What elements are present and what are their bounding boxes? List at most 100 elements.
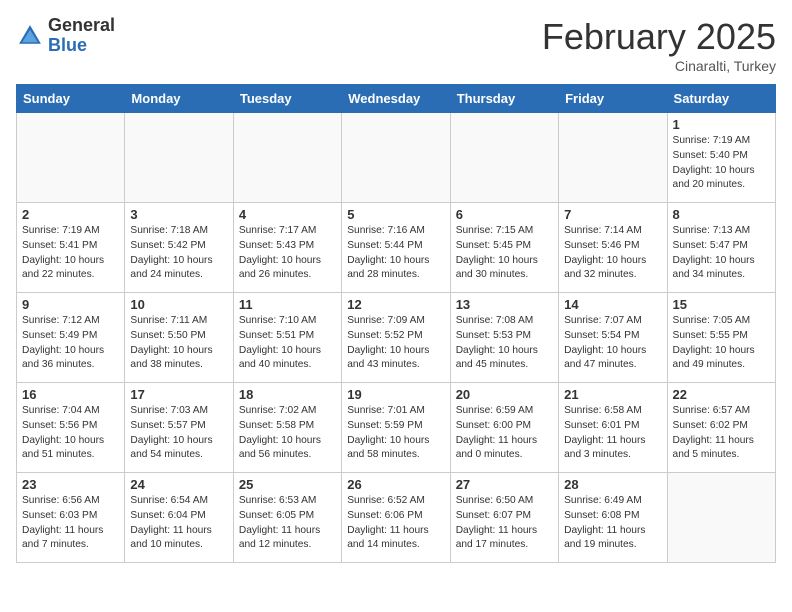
day-number: 13 [456,297,553,312]
logo-icon [16,22,44,50]
day-info: Sunrise: 7:01 AM Sunset: 5:59 PM Dayligh… [347,404,444,463]
day-number: 20 [456,387,553,402]
calendar-cell: 17Sunrise: 7:03 AM Sunset: 5:57 PM Dayli… [125,383,233,473]
day-info: Sunrise: 7:05 AM Sunset: 5:55 PM Dayligh… [673,314,770,373]
calendar-week-row: 9Sunrise: 7:12 AM Sunset: 5:49 PM Daylig… [17,293,776,383]
day-header-friday: Friday [559,85,667,113]
day-info: Sunrise: 7:02 AM Sunset: 5:58 PM Dayligh… [239,404,336,463]
calendar-cell: 23 Sunrise: 6:56 AM Sunset: 6:03 PM Dayli… [17,473,125,563]
calendar-cell: 22 Sunrise: 6:57 AM Sunset: 6:02 PM Dayli… [667,383,775,473]
day-number: 22 [673,387,770,402]
calendar-cell: 4 Sunrise: 7:17 AM Sunset: 5:43 PM Daylig… [233,203,341,293]
day-number: 26 [347,477,444,492]
calendar-cell [125,113,233,203]
day-number: 16 [22,387,119,402]
calendar-cell: 11 Sunrise: 7:10 AM Sunset: 5:51 PM Dayli… [233,293,341,383]
day-number: 25 [239,477,336,492]
title-block: February 2025 Cinaralti, Turkey [542,16,776,74]
day-info: Sunrise: 7:12 AM Sunset: 5:49 PM Dayligh… [22,314,119,373]
calendar-cell: 28Sunrise: 6:49 AM Sunset: 6:08 PM Dayli… [559,473,667,563]
day-header-tuesday: Tuesday [233,85,341,113]
calendar-cell: 16 Sunrise: 7:04 AM Sunset: 5:56 PM Dayli… [17,383,125,473]
calendar-cell: 25 Sunrise: 6:53 AM Sunset: 6:05 PM Dayli… [233,473,341,563]
day-info: Sunrise: 6:57 AM Sunset: 6:02 PM Dayligh… [673,404,770,463]
calendar-cell [342,113,450,203]
day-info: Sunrise: 7:17 AM Sunset: 5:43 PM Dayligh… [239,224,336,283]
calendar-cell: 7 Sunrise: 7:14 AM Sunset: 5:46 PM Daylig… [559,203,667,293]
calendar-cell: 6 Sunrise: 7:15 AM Sunset: 5:45 PM Daylig… [450,203,558,293]
calendar-table: SundayMondayTuesdayWednesdayThursdayFrid… [16,84,776,563]
day-header-saturday: Saturday [667,85,775,113]
day-header-wednesday: Wednesday [342,85,450,113]
calendar-cell: 12 Sunrise: 7:09 AM Sunset: 5:52 PM Dayli… [342,293,450,383]
calendar-cell: 18 Sunrise: 7:02 AM Sunset: 5:58 PM Dayli… [233,383,341,473]
day-info: Sunrise: 7:14 AM Sunset: 5:46 PM Dayligh… [564,224,661,283]
day-info: Sunrise: 7:07 AM Sunset: 5:54 PM Dayligh… [564,314,661,373]
day-header-sunday: Sunday [17,85,125,113]
day-number: 18 [239,387,336,402]
calendar-cell: 13 Sunrise: 7:08 AM Sunset: 5:53 PM Dayli… [450,293,558,383]
calendar-cell: 2Sunrise: 7:19 AM Sunset: 5:41 PM Daylig… [17,203,125,293]
location-text: Cinaralti, Turkey [542,58,776,74]
day-number: 3 [130,207,227,222]
calendar-cell: 14 Sunrise: 7:07 AM Sunset: 5:54 PM Dayli… [559,293,667,383]
day-number: 4 [239,207,336,222]
calendar-cell [559,113,667,203]
day-number: 24 [130,477,227,492]
day-info: Sunrise: 7:13 AM Sunset: 5:47 PM Dayligh… [673,224,770,283]
month-title: February 2025 [542,16,776,58]
calendar-header-row: SundayMondayTuesdayWednesdayThursdayFrid… [17,85,776,113]
calendar-cell: 21Sunrise: 6:58 AM Sunset: 6:01 PM Dayli… [559,383,667,473]
calendar-cell: 1 Sunrise: 7:19 AM Sunset: 5:40 PM Daylig… [667,113,775,203]
day-info: Sunrise: 7:09 AM Sunset: 5:52 PM Dayligh… [347,314,444,373]
day-info: Sunrise: 7:04 AM Sunset: 5:56 PM Dayligh… [22,404,119,463]
day-number: 8 [673,207,770,222]
day-number: 28 [564,477,661,492]
page-header: General Blue February 2025 Cinaralti, Tu… [16,16,776,74]
calendar-cell: 26Sunrise: 6:52 AM Sunset: 6:06 PM Dayli… [342,473,450,563]
day-info: Sunrise: 7:11 AM Sunset: 5:50 PM Dayligh… [130,314,227,373]
day-number: 7 [564,207,661,222]
calendar-cell: 8 Sunrise: 7:13 AM Sunset: 5:47 PM Daylig… [667,203,775,293]
calendar-cell [667,473,775,563]
day-number: 15 [673,297,770,312]
day-number: 27 [456,477,553,492]
day-info: Sunrise: 7:10 AM Sunset: 5:51 PM Dayligh… [239,314,336,373]
day-info: Sunrise: 6:58 AM Sunset: 6:01 PM Dayligh… [564,404,661,463]
calendar-cell [233,113,341,203]
calendar-week-row: 2Sunrise: 7:19 AM Sunset: 5:41 PM Daylig… [17,203,776,293]
day-number: 6 [456,207,553,222]
calendar-week-row: 1 Sunrise: 7:19 AM Sunset: 5:40 PM Daylig… [17,113,776,203]
logo-blue-text: Blue [48,36,115,56]
calendar-cell [17,113,125,203]
calendar-cell: 5Sunrise: 7:16 AM Sunset: 5:44 PM Daylig… [342,203,450,293]
calendar-cell: 3 Sunrise: 7:18 AM Sunset: 5:42 PM Daylig… [125,203,233,293]
day-number: 1 [673,117,770,132]
calendar-cell: 15 Sunrise: 7:05 AM Sunset: 5:55 PM Dayli… [667,293,775,383]
day-info: Sunrise: 7:19 AM Sunset: 5:41 PM Dayligh… [22,224,119,283]
day-info: Sunrise: 6:50 AM Sunset: 6:07 PM Dayligh… [456,494,553,553]
day-number: 23 [22,477,119,492]
day-number: 10 [130,297,227,312]
calendar-cell: 19 Sunrise: 7:01 AM Sunset: 5:59 PM Dayli… [342,383,450,473]
day-info: Sunrise: 6:56 AM Sunset: 6:03 PM Dayligh… [22,494,119,553]
day-info: Sunrise: 7:15 AM Sunset: 5:45 PM Dayligh… [456,224,553,283]
day-number: 12 [347,297,444,312]
day-info: Sunrise: 7:18 AM Sunset: 5:42 PM Dayligh… [130,224,227,283]
calendar-cell: 24Sunrise: 6:54 AM Sunset: 6:04 PM Dayli… [125,473,233,563]
calendar-cell: 10 Sunrise: 7:11 AM Sunset: 5:50 PM Dayli… [125,293,233,383]
calendar-cell: 9Sunrise: 7:12 AM Sunset: 5:49 PM Daylig… [17,293,125,383]
day-number: 19 [347,387,444,402]
day-info: Sunrise: 7:03 AM Sunset: 5:57 PM Dayligh… [130,404,227,463]
day-number: 11 [239,297,336,312]
day-number: 14 [564,297,661,312]
calendar-cell [450,113,558,203]
day-info: Sunrise: 6:59 AM Sunset: 6:00 PM Dayligh… [456,404,553,463]
logo-general-text: General [48,16,115,36]
calendar-cell: 20 Sunrise: 6:59 AM Sunset: 6:00 PM Dayli… [450,383,558,473]
day-info: Sunrise: 7:19 AM Sunset: 5:40 PM Dayligh… [673,134,770,193]
logo: General Blue [16,16,115,56]
day-info: Sunrise: 7:08 AM Sunset: 5:53 PM Dayligh… [456,314,553,373]
day-header-thursday: Thursday [450,85,558,113]
day-info: Sunrise: 6:53 AM Sunset: 6:05 PM Dayligh… [239,494,336,553]
